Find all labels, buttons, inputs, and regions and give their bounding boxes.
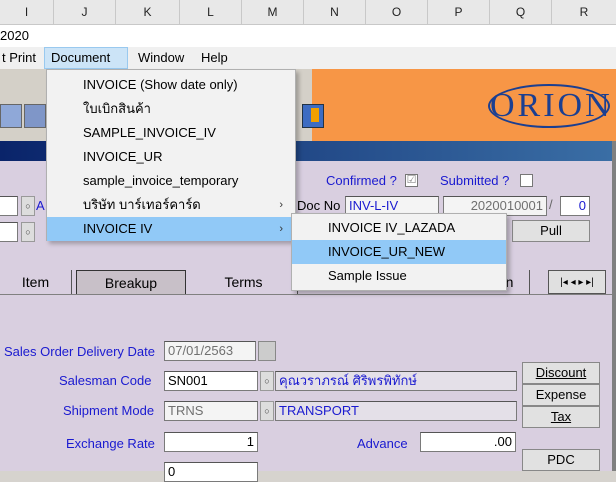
orion-logo: ORION <box>488 84 610 128</box>
menu-window[interactable]: Window <box>132 47 190 69</box>
submenu-item-sample-issue[interactable]: Sample Issue <box>292 264 506 288</box>
tax-button[interactable]: Tax <box>522 406 600 428</box>
toolbar-save-icon[interactable] <box>0 104 22 128</box>
menu-item-sample-invoice-iv[interactable]: SAMPLE_INVOICE_IV <box>47 121 295 145</box>
advance-field[interactable]: .00 <box>420 432 516 452</box>
menu-item-sample-invoice-temporary[interactable]: sample_invoice_temporary <box>47 169 295 193</box>
chevron-right-icon: › <box>279 223 283 235</box>
menu-item-label: INVOICE IV <box>83 221 153 236</box>
salesman-code-label: Salesman Code <box>59 373 152 388</box>
search-icon[interactable]: ○ <box>260 401 274 421</box>
sheet-row[interactable]: 2020 <box>0 25 616 48</box>
exchange-rate-field[interactable]: 1 <box>164 432 258 452</box>
submitted-checkbox[interactable] <box>520 174 533 187</box>
submenu-item-invoice-iv-lazada[interactable]: INVOICE IV_LAZADA <box>292 216 506 240</box>
delivery-date-field[interactable]: 07/01/2563 <box>164 341 256 361</box>
confirmed-label: Confirmed ? <box>326 173 397 188</box>
pull-button[interactable]: Pull <box>512 220 590 242</box>
page-field[interactable]: 0 <box>560 196 590 216</box>
form-border <box>612 141 616 471</box>
column-header[interactable]: Q <box>490 0 552 24</box>
left-field-2[interactable] <box>0 222 18 242</box>
doc-no-label: Doc No <box>297 198 341 213</box>
tab-baseline <box>0 294 612 295</box>
column-header[interactable]: J <box>54 0 116 24</box>
salesman-name-field: คุณวราภรณ์ ศิริพรพิทักษ์ <box>275 371 517 391</box>
submenu-item-invoice-ur-new[interactable]: INVOICE_UR_NEW <box>292 240 506 264</box>
calendar-icon[interactable] <box>258 341 276 361</box>
column-header[interactable]: M <box>242 0 304 24</box>
menu-item-invoice-iv[interactable]: INVOICE IV › <box>47 217 295 241</box>
cell-value: 2020 <box>0 28 29 43</box>
menu-item-bartercard[interactable]: บริษัท บาร์เทอร์คาร์ด › <box>47 193 295 217</box>
discount-button[interactable]: Discount <box>522 362 600 384</box>
slash-separator: / <box>549 197 553 212</box>
expense-button[interactable]: Expense <box>522 384 600 406</box>
submitted-label: Submitted ? <box>440 173 510 188</box>
toolbar-exit-icon[interactable] <box>302 104 324 128</box>
column-header[interactable]: I <box>0 0 54 24</box>
menu-bar: t Print Document 2 Window Help <box>0 47 616 85</box>
search-icon[interactable]: ○ <box>21 222 35 242</box>
left-field-1[interactable] <box>0 196 18 216</box>
column-header[interactable]: R <box>552 0 616 24</box>
column-header[interactable]: P <box>428 0 490 24</box>
bottom-field[interactable]: 0 <box>164 462 258 482</box>
confirmed-checkbox[interactable]: ☑ <box>405 174 418 187</box>
left-field-fragment: A <box>36 198 45 213</box>
menu-document-2[interactable]: Document 2 <box>44 47 128 85</box>
menu-item-invoice-ur[interactable]: INVOICE_UR <box>47 145 295 169</box>
shipment-name-field: TRANSPORT <box>275 401 517 421</box>
chevron-right-icon: › <box>279 199 283 211</box>
search-icon[interactable]: ○ <box>21 196 35 216</box>
column-header[interactable]: K <box>116 0 180 24</box>
pdc-button[interactable]: PDC <box>522 449 600 471</box>
shipment-mode-label: Shipment Mode <box>63 403 155 418</box>
menu-item-label: บริษัท บาร์เทอร์คาร์ด <box>83 197 201 212</box>
column-header-bar: I J K L M N O P Q R <box>0 0 616 25</box>
column-header[interactable]: O <box>366 0 428 24</box>
delivery-date-label: Sales Order Delivery Date <box>4 344 155 359</box>
menu-item-goods-requisition[interactable]: ใบเบิกสินค้า <box>47 97 295 121</box>
invoice-iv-submenu: INVOICE IV_LAZADA INVOICE_UR_NEW Sample … <box>291 213 507 291</box>
tab-breakup[interactable]: Breakup <box>76 270 186 294</box>
menu-item-invoice-show-date[interactable]: INVOICE (Show date only) <box>47 73 295 97</box>
tab-navigation-arrows[interactable]: |◂ ◂ ▸ ▸| <box>548 270 606 294</box>
column-header[interactable]: N <box>304 0 366 24</box>
menu-help[interactable]: Help <box>195 47 234 69</box>
document-2-menu: INVOICE (Show date only) ใบเบิกสินค้า SA… <box>46 69 296 241</box>
salesman-code-field[interactable]: SN001 <box>164 371 258 391</box>
exchange-rate-label: Exchange Rate <box>66 436 155 451</box>
search-icon[interactable]: ○ <box>260 371 274 391</box>
tab-terms[interactable]: Terms <box>190 270 298 294</box>
column-header[interactable]: L <box>180 0 242 24</box>
door-icon <box>311 108 319 122</box>
advance-label: Advance <box>357 436 408 451</box>
tab-item[interactable]: Item <box>0 270 72 294</box>
shipment-code-field[interactable]: TRNS <box>164 401 258 421</box>
menu-print[interactable]: t Print <box>0 47 42 69</box>
toolbar-print-icon[interactable] <box>24 104 46 128</box>
